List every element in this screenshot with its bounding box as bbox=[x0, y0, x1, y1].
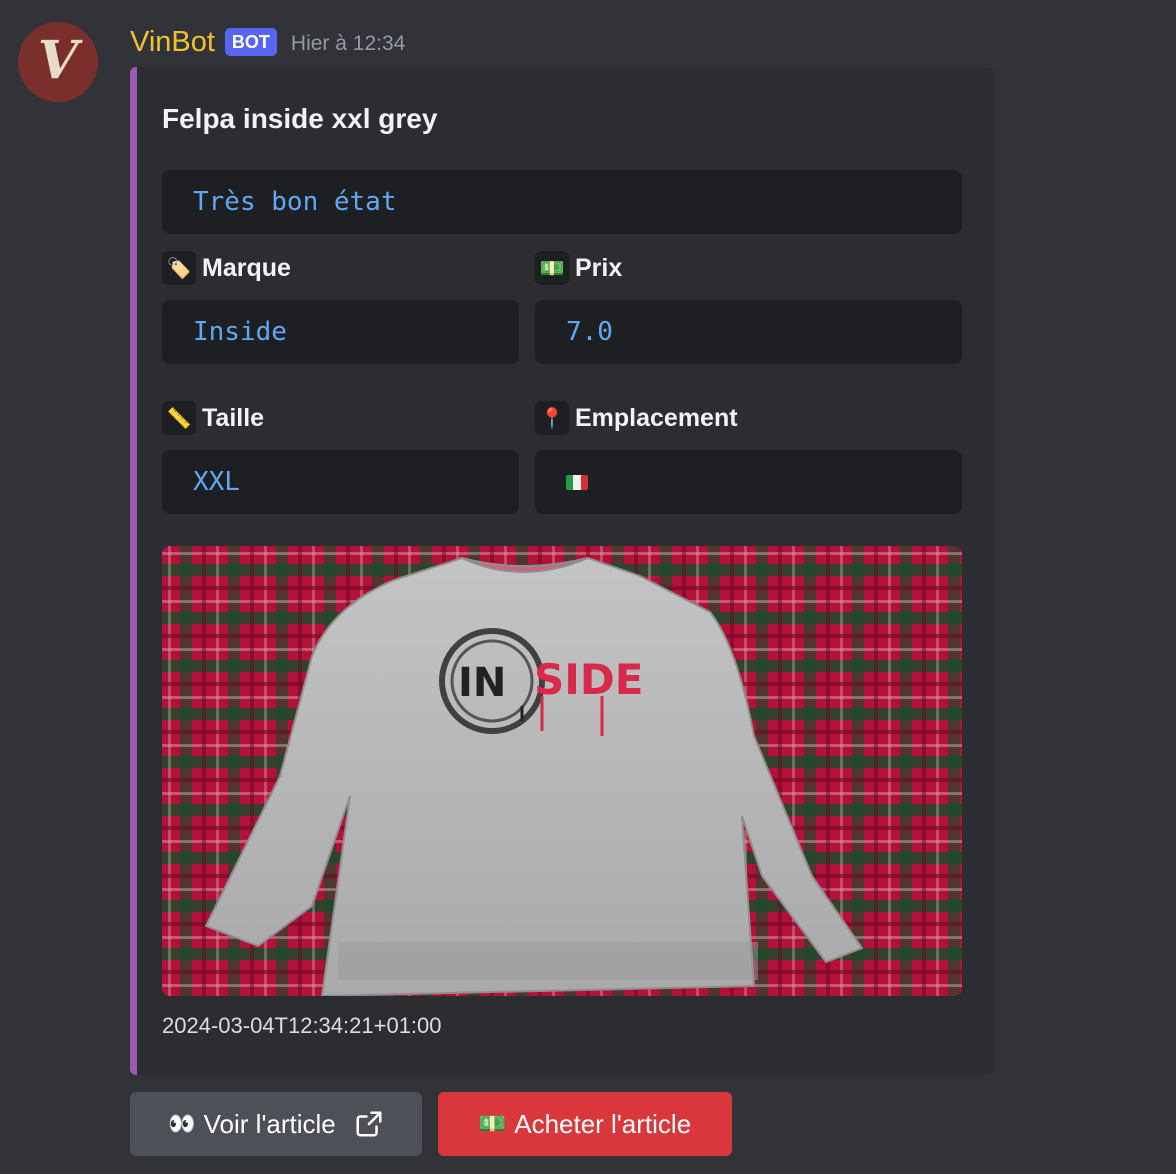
pin-icon: 📍 bbox=[535, 401, 569, 435]
money-icon: 💵 bbox=[478, 1111, 507, 1136]
field-brand-box: Inside bbox=[162, 300, 519, 364]
field-size-value: XXL bbox=[193, 467, 240, 497]
message-timestamp[interactable]: Hier à 12:34 bbox=[291, 32, 405, 56]
username[interactable]: VinBot bbox=[130, 26, 215, 59]
field-brand-name: 🏷️ Marque bbox=[162, 251, 291, 285]
embed-footer-timestamp: 2024-03-04T12:34:21+01:00 bbox=[162, 1013, 442, 1038]
embed-title: Felpa inside xxl grey bbox=[162, 103, 438, 134]
field-price-box: 7.0 bbox=[535, 300, 962, 364]
field-brand-value: Inside bbox=[193, 317, 287, 347]
field-location-name: 📍 Emplacement bbox=[535, 401, 738, 435]
field-price-value: 7.0 bbox=[566, 317, 613, 347]
field-size-box: XXL bbox=[162, 450, 519, 514]
ruler-icon: 📏 bbox=[162, 401, 196, 435]
field-location-box bbox=[535, 450, 962, 514]
embed-card: Felpa inside xxl grey Très bon état 🏷️ M… bbox=[130, 67, 994, 1075]
view-article-button[interactable]: 👀 Voir l'article bbox=[130, 1092, 422, 1156]
embed-accent-bar bbox=[130, 67, 137, 1075]
condition-box: Très bon état bbox=[162, 170, 962, 234]
chat-message: V VinBot BOT Hier à 12:34 Felpa inside x… bbox=[0, 0, 1176, 1174]
buy-article-button[interactable]: 💵 Acheter l'article bbox=[438, 1092, 732, 1156]
field-price-name: 💵 Prix bbox=[535, 251, 622, 285]
condition-value: Très bon état bbox=[193, 187, 397, 217]
field-location-label: Emplacement bbox=[575, 403, 738, 432]
view-article-label: Voir l'article bbox=[203, 1108, 336, 1139]
avatar[interactable]: V bbox=[18, 22, 98, 102]
label-tag-icon: 🏷️ bbox=[162, 251, 196, 285]
product-image[interactable]: IN SIDE bbox=[162, 546, 962, 996]
buy-article-label: Acheter l'article bbox=[514, 1108, 692, 1139]
field-brand-label: Marque bbox=[202, 253, 291, 282]
field-size-name: 📏 Taille bbox=[162, 401, 264, 435]
logo-text-side: SIDE bbox=[534, 655, 643, 704]
field-size-label: Taille bbox=[202, 403, 265, 432]
money-icon: 💵 bbox=[535, 251, 569, 285]
avatar-letter: V bbox=[37, 29, 79, 91]
italy-flag-icon bbox=[566, 474, 588, 490]
message-header: VinBot BOT Hier à 12:34 bbox=[130, 20, 405, 64]
logo-text-in: IN bbox=[458, 660, 506, 706]
sweatshirt-photo: IN SIDE bbox=[162, 546, 962, 996]
bot-tag: BOT bbox=[224, 28, 277, 56]
external-link-icon bbox=[356, 1111, 382, 1137]
eyes-icon: 👀 bbox=[168, 1111, 196, 1136]
field-price-label: Prix bbox=[575, 253, 623, 282]
